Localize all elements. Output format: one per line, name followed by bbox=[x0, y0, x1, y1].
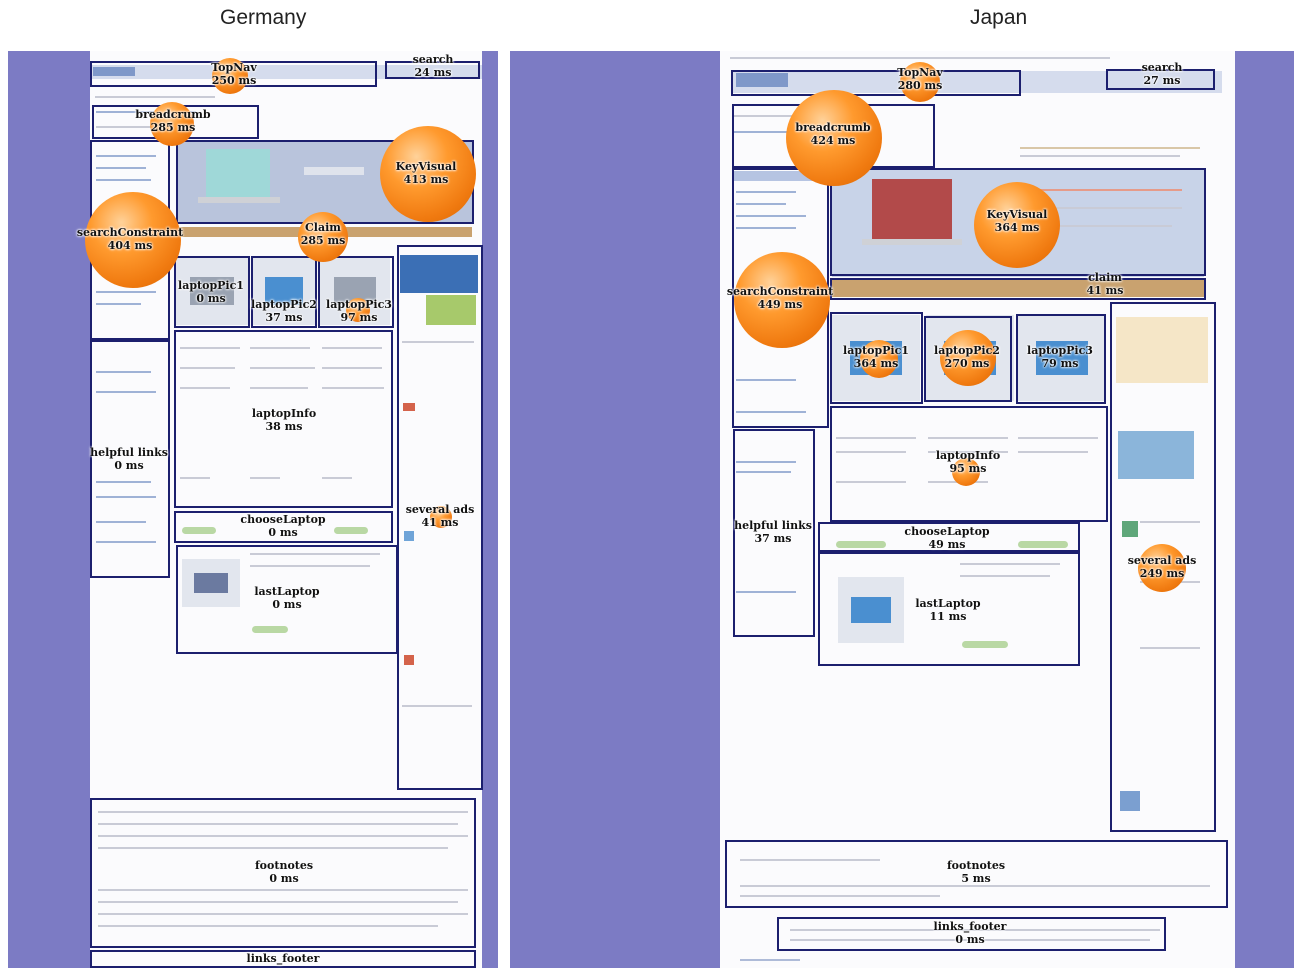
jp-breadcrumb-label: breadcrumb 424 ms bbox=[795, 121, 871, 147]
jp-chooselaptop-label: chooseLaptop 49 ms bbox=[904, 525, 990, 551]
jp-footnotes-label: footnotes 5 ms bbox=[946, 859, 1006, 885]
jp-helpfullinks-label: helpful links 37 ms bbox=[734, 519, 812, 545]
jp-claim-label: claim 41 ms bbox=[1086, 271, 1124, 297]
de-topnav-label: TopNav 250 ms bbox=[211, 61, 257, 87]
de-chooselaptop-label: chooseLaptop 0 ms bbox=[240, 513, 326, 539]
jp-claim-region bbox=[830, 278, 1206, 300]
de-laptoppic3-label: laptopPic3 97 ms bbox=[326, 298, 392, 324]
jp-topnav-label: TopNav 280 ms bbox=[897, 66, 943, 92]
de-laptoppic1-label: laptopPic1 0 ms bbox=[178, 279, 244, 305]
de-lastlaptop-label: lastLaptop 0 ms bbox=[254, 585, 320, 611]
jp-severalads-label: several ads 249 ms bbox=[1127, 554, 1197, 580]
jp-laptoppic1-label: laptopPic1 364 ms bbox=[843, 344, 909, 370]
de-helpfullinks-label: helpful links 0 ms bbox=[90, 446, 168, 472]
de-searchconstraint-label: searchConstraint 404 ms bbox=[76, 226, 184, 252]
jp-searchconstraint-label: searchConstraint 449 ms bbox=[726, 285, 834, 311]
de-breadcrumb-label: breadcrumb 285 ms bbox=[135, 108, 211, 134]
de-links-footer-label: links_footer bbox=[246, 952, 320, 965]
jp-laptoppic3-label: laptopPic3 79 ms bbox=[1027, 344, 1093, 370]
jp-search-label: search 27 ms bbox=[1141, 61, 1183, 87]
jp-laptoppic2-label: laptopPic2 270 ms bbox=[934, 344, 1000, 370]
germany-title: Germany bbox=[220, 6, 307, 29]
de-keyvisual-label: KeyVisual 413 ms bbox=[395, 160, 457, 186]
jp-lastlaptop-label: lastLaptop 11 ms bbox=[915, 597, 981, 623]
de-search-label: search 24 ms bbox=[412, 53, 454, 79]
jp-topnav-region bbox=[731, 70, 1021, 96]
jp-links-footer-label: links_footer 0 ms bbox=[933, 920, 1007, 946]
de-claim-label: Claim 285 ms bbox=[300, 221, 346, 247]
jp-laptopinfo-label: laptopInfo 95 ms bbox=[935, 449, 1001, 475]
de-footnotes-label: footnotes 0 ms bbox=[254, 859, 314, 885]
de-laptoppic2-label: laptopPic2 37 ms bbox=[251, 298, 317, 324]
de-severalads-label: several ads 41 ms bbox=[405, 503, 475, 529]
de-laptopinfo-label: laptopInfo 38 ms bbox=[251, 407, 317, 433]
jp-keyvisual-label: KeyVisual 364 ms bbox=[986, 208, 1048, 234]
japan-title: Japan bbox=[970, 6, 1028, 29]
